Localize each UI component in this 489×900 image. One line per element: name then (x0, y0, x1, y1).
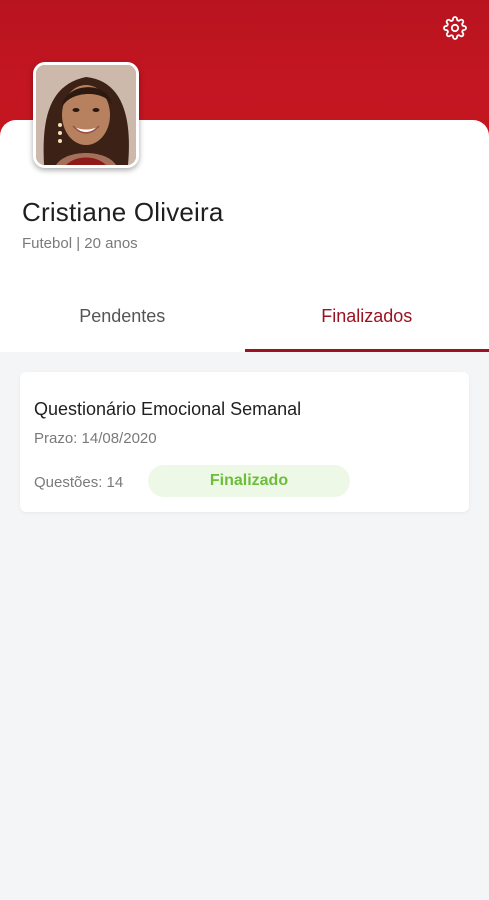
profile-photo (36, 65, 136, 165)
tab-pendentes[interactable]: Pendentes (0, 290, 245, 352)
gear-icon (443, 15, 467, 45)
status-badge: Finalizado (148, 465, 350, 497)
profile-age: 20 anos (84, 235, 138, 252)
quiz-title: Questionário Emocional Semanal (34, 399, 302, 419)
quiz-deadline: Prazo: 14/08/2020 (34, 430, 157, 447)
tab-finalizados[interactable]: Finalizados (244, 290, 489, 352)
quiz-card[interactable]: Questionário Emocional Semanal Prazo: 14… (20, 372, 469, 512)
profile-sport: Futebol (22, 235, 73, 252)
profile-separator: | (76, 235, 81, 252)
profile-name: Cristiane Oliveira (22, 197, 224, 227)
quiz-question-count: Questões: 14 (34, 474, 124, 491)
avatar[interactable] (33, 62, 139, 168)
profile-meta: Futebol | 20 anos (22, 235, 138, 252)
tab-bar: Pendentes Finalizados (0, 290, 489, 352)
settings-button[interactable] (441, 15, 469, 45)
